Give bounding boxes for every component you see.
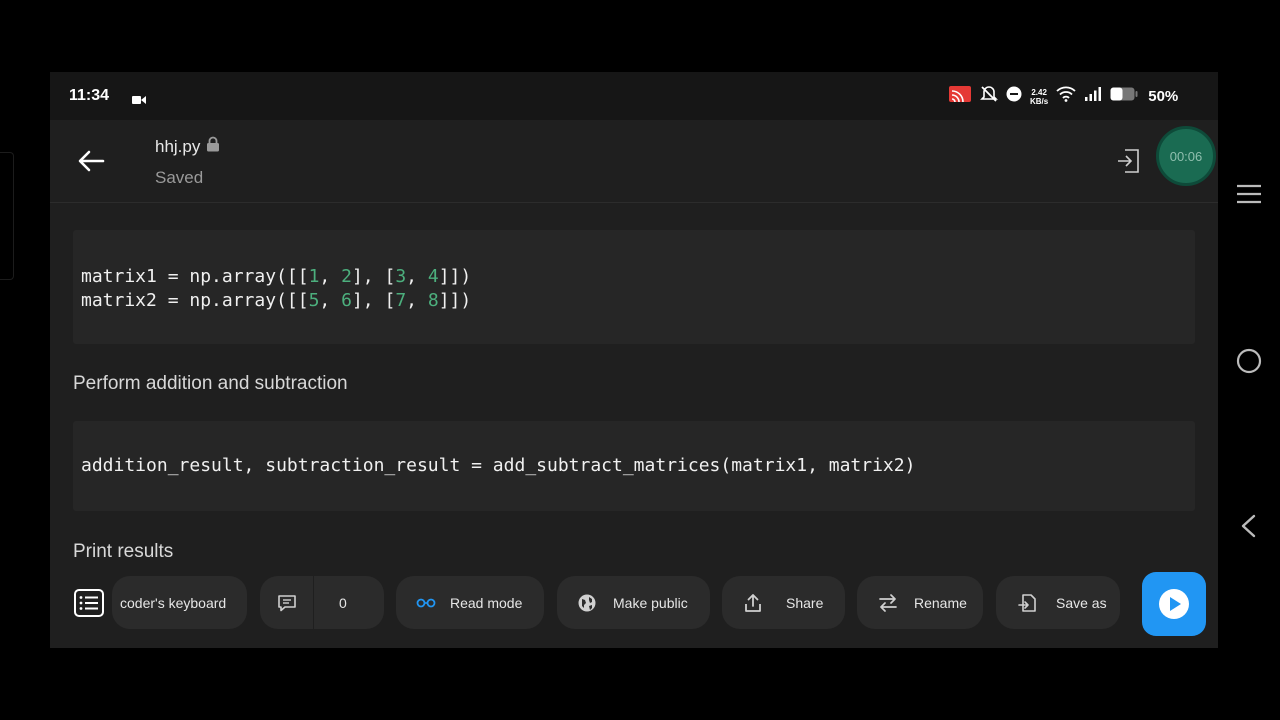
document-content: matrix1 = np.array([[1, 2], [3, 4]]) matr… — [50, 203, 1218, 562]
save-as-label: Save as — [1056, 594, 1107, 611]
cast-icon — [948, 85, 972, 108]
system-back-button[interactable] — [1240, 514, 1256, 543]
play-icon — [1159, 589, 1189, 619]
share-label: Share — [786, 594, 824, 611]
share-icon — [744, 593, 762, 613]
code-line-2: matrix2 = np.array([[5, 6], [7, 8]]) — [81, 289, 1195, 313]
code-text: ], [ — [351, 290, 396, 311]
code-line: addition_result, subtraction_result = ad… — [81, 455, 916, 476]
code-number: 5 — [308, 290, 320, 311]
code-text: , — [319, 266, 342, 287]
code-text: , — [406, 266, 428, 287]
signal-icon — [1084, 86, 1102, 107]
code-block-operation[interactable]: addition_result, subtraction_result = ad… — [73, 421, 1195, 511]
menu-icon — [1237, 184, 1261, 204]
code-number: 3 — [395, 266, 407, 287]
mute-icon — [980, 85, 998, 108]
code-text: , — [319, 290, 342, 311]
coders-keyboard-label: coder's keyboard — [120, 594, 227, 611]
comments-button[interactable]: 0 — [260, 576, 384, 629]
code-text: ]]) — [438, 266, 472, 287]
net-speed-value: 2.42 — [1031, 87, 1047, 97]
dnd-icon — [1006, 86, 1022, 107]
rename-button[interactable]: Rename — [857, 576, 983, 629]
home-circle-icon — [1236, 348, 1262, 374]
file-title: hhj.py — [155, 136, 220, 157]
net-speed: 2.42 KB/s — [1030, 88, 1048, 106]
code-number: 1 — [308, 266, 320, 287]
section-heading: Perform addition and subtraction — [73, 373, 348, 394]
code-text: matrix2 = np.array([[ — [81, 290, 309, 311]
outline-button[interactable] — [74, 589, 104, 622]
coders-keyboard-button[interactable]: coder's keyboard — [112, 576, 247, 629]
home-button[interactable] — [1236, 348, 1262, 379]
swap-arrows-icon — [878, 593, 898, 612]
filename: hhj.py — [155, 136, 201, 156]
status-time: 11:34 — [69, 87, 110, 104]
comments-count: 0 — [339, 594, 347, 611]
code-line-1: matrix1 = np.array([[1, 2], [3, 4]]) — [81, 265, 1195, 289]
list-icon — [74, 589, 104, 617]
bottom-toolbar: coder's keyboard 0 Read mode Make public — [50, 558, 1218, 648]
recorder-badge[interactable]: 00:06 — [1156, 126, 1216, 186]
save-as-button[interactable]: Save as — [996, 576, 1120, 629]
divider — [313, 576, 314, 629]
save-status: Saved — [155, 168, 204, 187]
screen-record-icon — [132, 92, 146, 110]
editor-header: hhj.py Saved 00:06 — [50, 120, 1218, 203]
left-edge-handle — [0, 152, 14, 280]
code-number: 7 — [395, 290, 407, 311]
run-button[interactable] — [1142, 572, 1206, 636]
code-number: 6 — [341, 290, 352, 311]
exit-button[interactable] — [1116, 148, 1140, 179]
read-mode-label: Read mode — [450, 594, 523, 611]
arrow-left-icon — [78, 150, 105, 172]
make-public-label: Make public — [613, 594, 688, 611]
wifi-icon — [1056, 86, 1076, 107]
save-as-icon — [1018, 593, 1038, 613]
recorder-time: 00:06 — [1169, 148, 1203, 164]
code-block-matrices[interactable]: matrix1 = np.array([[1, 2], [3, 4]]) matr… — [73, 230, 1195, 344]
rename-label: Rename — [914, 594, 967, 611]
globe-icon — [577, 593, 597, 613]
lock-icon — [206, 136, 220, 157]
net-speed-unit: KB/s — [1030, 96, 1049, 106]
share-button[interactable]: Share — [722, 576, 845, 629]
code-number: 4 — [427, 266, 439, 287]
battery-icon — [1110, 87, 1138, 106]
code-text: ], [ — [351, 266, 396, 287]
comment-icon — [260, 594, 313, 612]
read-mode-button[interactable]: Read mode — [396, 576, 544, 629]
glasses-icon — [416, 598, 436, 608]
app-window: 11:34 2.42 KB/s 50% hhj.py Saved 00:06 m… — [50, 72, 1218, 648]
status-icons: 2.42 KB/s 50% — [948, 85, 1178, 108]
chevron-left-icon — [1241, 514, 1256, 538]
recents-button[interactable] — [1236, 183, 1262, 210]
code-text: ]]) — [438, 290, 472, 311]
battery-percent: 50% — [1148, 88, 1179, 105]
code-number: 8 — [427, 290, 439, 311]
make-public-button[interactable]: Make public — [557, 576, 710, 629]
code-text: , — [406, 290, 428, 311]
code-text: matrix1 = np.array([[ — [81, 266, 309, 287]
back-button[interactable] — [74, 144, 108, 178]
code-number: 2 — [341, 266, 352, 287]
status-bar: 11:34 2.42 KB/s 50% — [50, 72, 1218, 120]
exit-icon — [1118, 149, 1139, 173]
